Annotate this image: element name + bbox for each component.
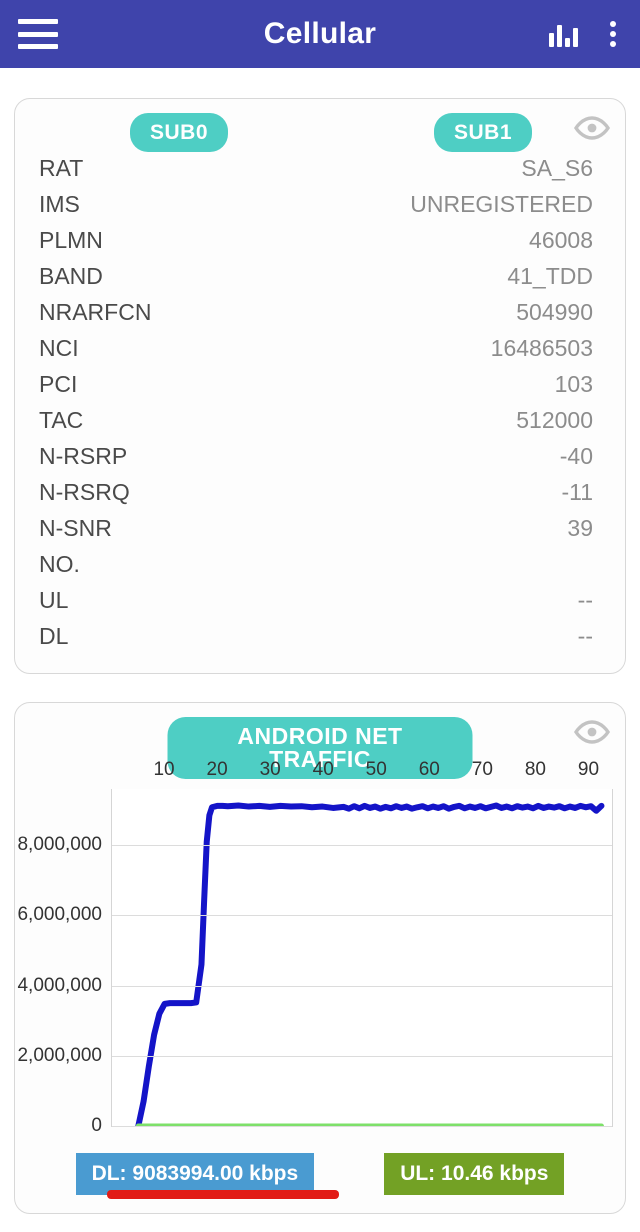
x-axis-tick-label: 90 xyxy=(577,759,600,780)
x-axis-tick-label: 70 xyxy=(471,759,493,780)
parameter-value: 46008 xyxy=(529,227,593,253)
bar-chart-bar xyxy=(573,28,578,47)
cellular-parameter-list: RAT SA_S6 IMS UNREGISTERED PLMN 46008 BAND 41_T… xyxy=(15,155,625,659)
hamburger-bar xyxy=(18,44,58,49)
menu-dot xyxy=(610,41,616,47)
info-card-header: SUB0 SUB1 xyxy=(15,99,625,155)
parameter-label: BAND xyxy=(39,263,103,289)
chart-gridline xyxy=(112,1055,612,1057)
parameter-label: NRARFCN xyxy=(39,299,152,325)
y-axis-tick-label: 6,000,000 xyxy=(17,904,102,926)
table-row: PLMN 46008 xyxy=(39,227,601,263)
parameter-label: RAT xyxy=(39,155,84,181)
table-row: IMS UNREGISTERED xyxy=(39,191,601,227)
parameter-value: 512000 xyxy=(516,407,593,433)
parameter-value: 103 xyxy=(554,371,593,397)
parameter-label: NCI xyxy=(39,335,79,361)
chart-gridline xyxy=(112,915,612,917)
app-bar: Cellular xyxy=(0,0,640,68)
table-row: RAT SA_S6 xyxy=(39,155,601,191)
eye-icon[interactable] xyxy=(573,719,611,745)
chart-series-dl xyxy=(138,806,601,1126)
net-traffic-card: ANDROID NET TRAFFIC 10 20 30 40 50 60 70 80 90 0… xyxy=(14,702,626,1214)
more-vertical-icon[interactable] xyxy=(604,19,622,49)
parameter-value: UNREGISTERED xyxy=(410,191,593,217)
parameter-value: -- xyxy=(577,587,593,613)
y-axis-tick-label: 8,000,000 xyxy=(17,834,102,856)
parameter-label: DL xyxy=(39,623,69,649)
parameter-label: N-RSRP xyxy=(39,443,128,469)
parameter-label: N-RSRQ xyxy=(39,479,130,505)
parameter-label: IMS xyxy=(39,191,80,217)
y-axis-tick-label: 2,000,000 xyxy=(17,1044,102,1066)
table-row: BAND 41_TDD xyxy=(39,263,601,299)
bar-chart-bar xyxy=(565,38,570,47)
table-row: PCI 103 xyxy=(39,371,601,407)
hamburger-icon[interactable] xyxy=(18,19,58,49)
table-row: N-RSRQ -11 xyxy=(39,479,601,515)
parameter-value: 16486503 xyxy=(490,335,593,361)
eye-icon[interactable] xyxy=(573,115,611,141)
x-axis-tick-label: 60 xyxy=(418,759,440,780)
y-axis-tick-label: 4,000,000 xyxy=(17,974,102,996)
page-title: Cellular xyxy=(263,17,377,50)
table-row: NO. xyxy=(39,551,601,587)
bar-chart-icon[interactable] xyxy=(549,21,578,47)
table-row: TAC 512000 xyxy=(39,407,601,443)
parameter-label: N-SNR xyxy=(39,515,112,541)
sub1-tab[interactable]: SUB1 xyxy=(434,113,533,152)
annotation-underline xyxy=(107,1190,339,1199)
x-axis-tick-label: 50 xyxy=(365,759,387,780)
parameter-label: PLMN xyxy=(39,227,103,253)
x-axis-tick-label: 10 xyxy=(153,759,175,780)
table-row: N-SNR 39 xyxy=(39,515,601,551)
parameter-value: -- xyxy=(577,623,593,649)
app-bar-actions xyxy=(549,19,622,49)
chart-gridline xyxy=(112,1126,612,1127)
parameter-label: PCI xyxy=(39,371,78,397)
menu-dot xyxy=(610,31,616,37)
parameter-value: -11 xyxy=(561,479,593,505)
table-row: NCI 16486503 xyxy=(39,335,601,371)
chart-footer: DL: 9083994.00 kbps UL: 10.46 kbps xyxy=(15,1153,625,1195)
chart-x-axis: 10 20 30 40 50 60 70 80 90 xyxy=(15,759,625,787)
chart-plot-area: 0 2,000,000 4,000,000 6,000,000 8,000,000 xyxy=(17,789,613,1136)
parameter-value: 39 xyxy=(567,515,593,541)
parameter-label: NO. xyxy=(39,551,80,577)
x-axis-tick-label: 40 xyxy=(312,759,334,780)
table-row: DL -- xyxy=(39,623,601,659)
table-row: N-RSRP -40 xyxy=(39,443,601,479)
parameter-value: -40 xyxy=(559,443,593,469)
parameter-label: UL xyxy=(39,587,69,613)
table-row: NRARFCN 504990 xyxy=(39,299,601,335)
y-axis-tick-label: 0 xyxy=(91,1115,102,1136)
hamburger-bar xyxy=(18,31,58,37)
menu-dot xyxy=(610,21,616,27)
chart-gridline xyxy=(112,845,612,847)
parameter-label: TAC xyxy=(39,407,84,433)
bar-chart-bar xyxy=(549,33,554,47)
chart-gridline xyxy=(112,985,612,987)
parameter-value: 41_TDD xyxy=(507,263,593,289)
parameter-value: SA_S6 xyxy=(521,155,593,181)
table-row: UL -- xyxy=(39,587,601,623)
x-axis-tick-label: 80 xyxy=(524,759,546,780)
x-axis-tick-label: 30 xyxy=(259,759,281,780)
chart-series-svg xyxy=(112,789,612,1126)
cellular-info-card: SUB0 SUB1 RAT SA_S6 IMS UNREGISTERED PLMN 460… xyxy=(14,98,626,674)
dl-rate-badge[interactable]: DL: 9083994.00 kbps xyxy=(75,1153,315,1195)
chart-card-header: ANDROID NET TRAFFIC xyxy=(15,703,625,779)
bar-chart-bar xyxy=(557,25,562,47)
ul-rate-badge[interactable]: UL: 10.46 kbps xyxy=(384,1153,565,1195)
sub0-tab[interactable]: SUB0 xyxy=(130,113,229,152)
chart-plot-wrapper: 0 2,000,000 4,000,000 6,000,000 8,000,000 xyxy=(17,789,613,1136)
hamburger-bar xyxy=(18,19,58,24)
parameter-value: 504990 xyxy=(516,299,593,325)
x-axis-tick-label: 20 xyxy=(206,759,228,780)
